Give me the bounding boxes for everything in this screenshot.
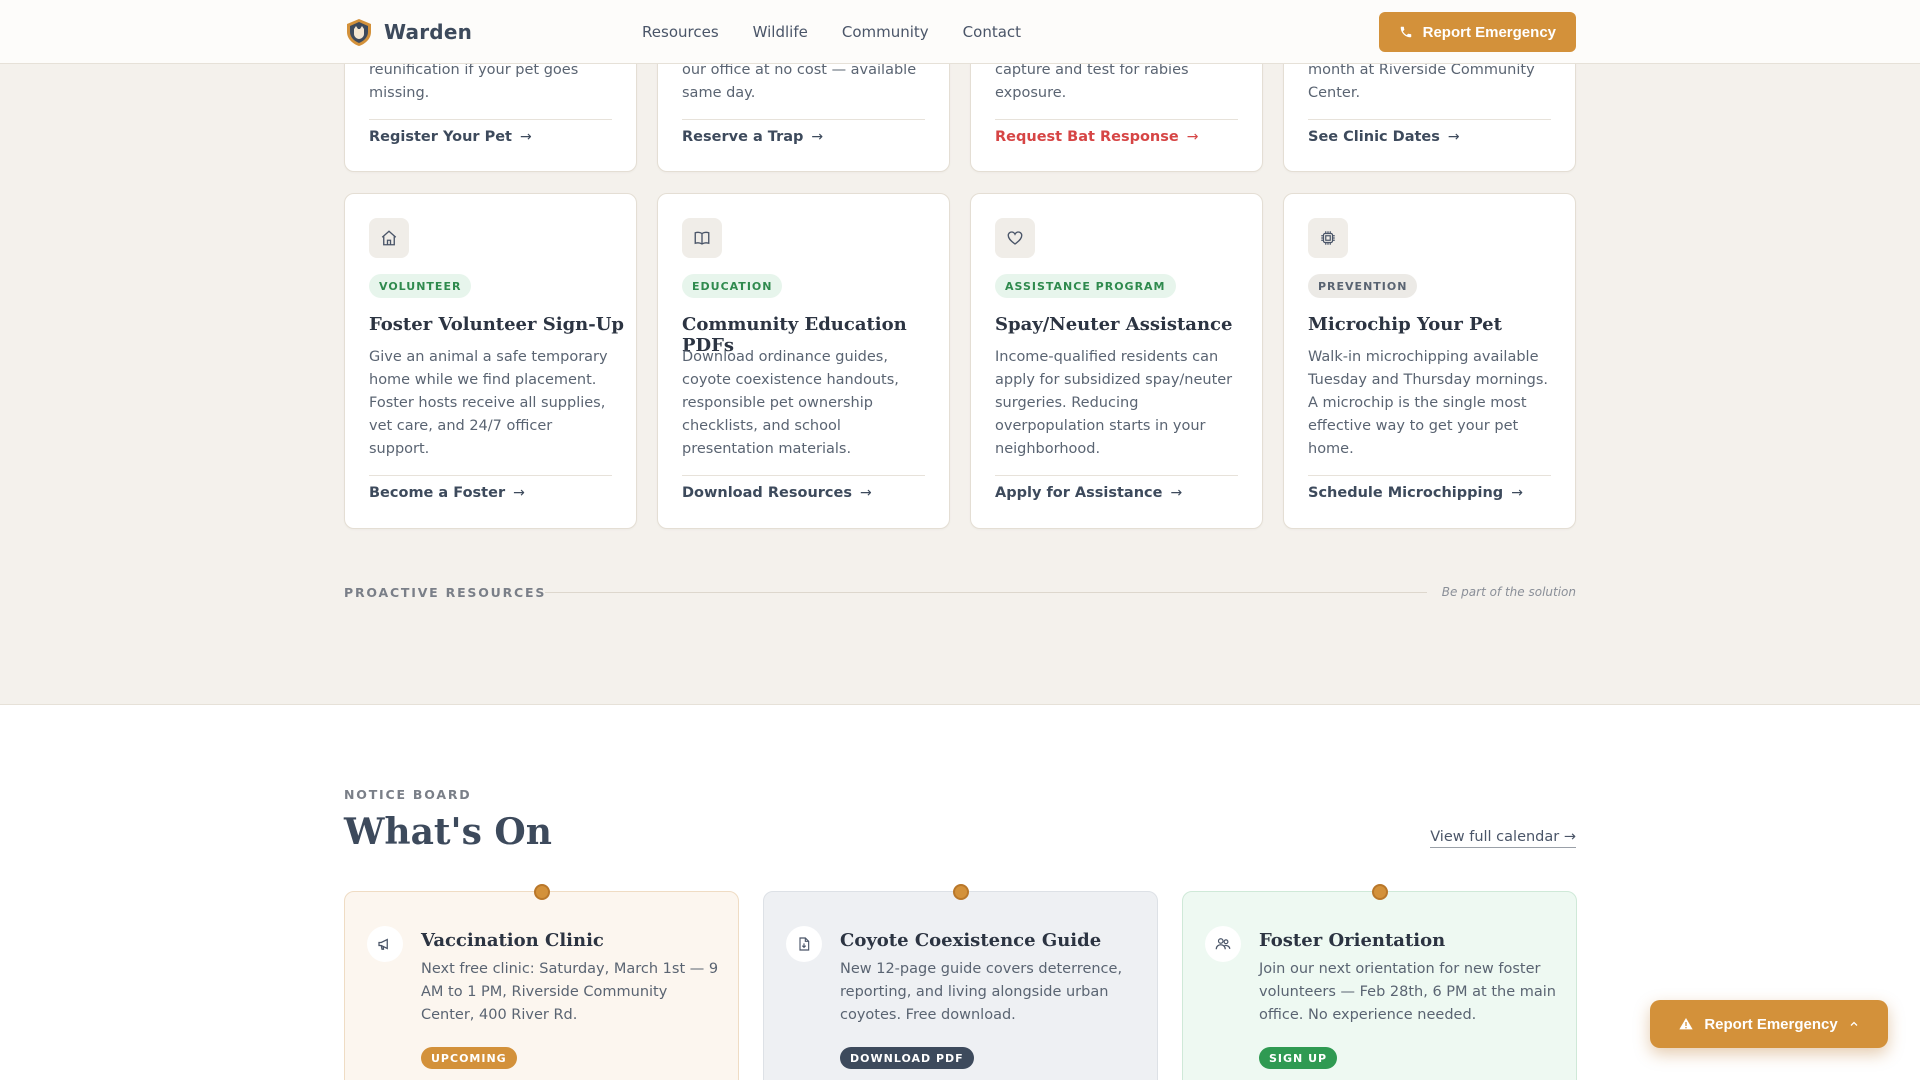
- section-divider: [545, 592, 1427, 593]
- notice-card-title: Coyote Coexistence Guide: [840, 930, 1102, 951]
- card-microchip: PREVENTION Microchip Your Pet Walk-in mi…: [1283, 193, 1576, 529]
- notice-card-title: Vaccination Clinic: [421, 930, 604, 951]
- tag-badge: VOLUNTEER: [369, 274, 472, 298]
- link-label: Apply for Assistance: [995, 485, 1163, 501]
- view-full-calendar-link[interactable]: View full calendar →: [1430, 829, 1576, 848]
- brand[interactable]: Warden: [344, 17, 472, 47]
- warning-icon: [1679, 1018, 1693, 1030]
- card-description: Give an animal a safe temporary home whi…: [369, 349, 608, 457]
- link-label: See Clinic Dates: [1308, 129, 1440, 145]
- arrow-right-icon: →: [1447, 129, 1460, 145]
- arrow-right-icon: →: [1186, 129, 1199, 145]
- tag-badge: EDUCATION: [682, 274, 783, 298]
- card-divider: [682, 119, 925, 120]
- schedule-microchipping-link[interactable]: Schedule Microchipping →: [1308, 485, 1523, 501]
- nav-resources[interactable]: Resources: [642, 23, 719, 41]
- card-description: Download ordinance guides, coyote coexis…: [682, 349, 899, 457]
- report-emergency-label: Report Emergency: [1422, 23, 1556, 41]
- home-icon: [369, 218, 409, 258]
- notice-card-description: Next free clinic: Saturday, March 1st — …: [421, 961, 719, 1023]
- see-clinic-dates-link[interactable]: See Clinic Dates →: [1308, 129, 1460, 145]
- tag-badge: ASSISTANCE PROGRAM: [995, 274, 1176, 298]
- card-foster-volunteer: VOLUNTEER Foster Volunteer Sign-Up Give …: [344, 193, 637, 529]
- arrow-right-icon: →: [860, 485, 872, 501]
- heart-icon: [995, 218, 1035, 258]
- section-label: PROACTIVE RESOURCES: [344, 585, 547, 600]
- become-foster-link[interactable]: Become a Foster →: [369, 485, 525, 501]
- card-divider: [995, 475, 1238, 476]
- floating-report-emergency-button[interactable]: Report Emergency: [1650, 1000, 1888, 1048]
- main-nav: Resources Wildlife Community Contact: [642, 23, 1379, 41]
- pin-icon: [953, 884, 969, 900]
- link-label: Schedule Microchipping: [1308, 485, 1504, 501]
- card-divider: [1308, 119, 1551, 120]
- arrow-right-icon: →: [1170, 485, 1183, 501]
- link-label: Become a Foster: [369, 485, 506, 501]
- request-bat-response-link[interactable]: Request Bat Response →: [995, 129, 1198, 145]
- reserve-trap-link[interactable]: Reserve a Trap →: [682, 129, 823, 145]
- megaphone-icon: [367, 926, 403, 962]
- pin-icon: [534, 884, 550, 900]
- notice-card-title: Foster Orientation: [1259, 930, 1446, 951]
- notice-card-vaccination[interactable]: Vaccination Clinic Next free clinic: Sat…: [344, 884, 739, 1080]
- header-inner: Warden Resources Wildlife Community Cont…: [344, 0, 1576, 64]
- brand-name: Warden: [384, 20, 473, 44]
- card-divider: [995, 119, 1238, 120]
- arrow-right-icon: →: [1511, 485, 1523, 501]
- register-pet-link[interactable]: Register Your Pet →: [369, 129, 532, 145]
- card-title: Foster Volunteer Sign-Up: [369, 314, 625, 335]
- card-description: our office at no cost — available same d…: [682, 62, 917, 101]
- notice-eyebrow: NOTICE BOARD: [344, 787, 472, 802]
- status-badge: SIGN UP: [1259, 1047, 1338, 1069]
- notice-card-coyote-guide[interactable]: Coyote Coexistence Guide New 12-page gui…: [763, 884, 1158, 1080]
- download-resources-link[interactable]: Download Resources →: [682, 485, 872, 501]
- link-label: Request Bat Response: [995, 129, 1179, 145]
- status-badge: UPCOMING: [421, 1047, 517, 1069]
- chevron-up-icon: [1850, 1021, 1858, 1026]
- card-description: month at Riverside Community Center.: [1308, 62, 1535, 101]
- card-divider: [1308, 475, 1551, 476]
- nav-contact[interactable]: Contact: [963, 23, 1021, 41]
- card-title: Microchip Your Pet: [1308, 314, 1502, 335]
- card-title: Spay/Neuter Assistance: [995, 314, 1233, 335]
- tag-badge: PREVENTION: [1308, 274, 1418, 298]
- shield-logo-icon: [347, 19, 371, 46]
- report-emergency-button[interactable]: Report Emergency: [1378, 12, 1576, 52]
- book-icon: [682, 218, 722, 258]
- notice-card-description: Join our next orientation for new foster…: [1259, 961, 1556, 1023]
- notice-card-foster-orientation[interactable]: Foster Orientation Join our next orienta…: [1182, 884, 1577, 1080]
- nav-wildlife[interactable]: Wildlife: [753, 23, 808, 41]
- nav-community[interactable]: Community: [842, 23, 929, 41]
- arrow-right-icon: →: [520, 129, 532, 145]
- people-icon: [1205, 926, 1241, 962]
- card-divider: [682, 475, 925, 476]
- status-badge: DOWNLOAD PDF: [840, 1047, 974, 1069]
- link-label: Reserve a Trap: [682, 129, 804, 145]
- card-education-pdfs: EDUCATION Community Education PDFs Downl…: [657, 193, 950, 529]
- link-label: Register Your Pet: [369, 129, 512, 145]
- card-description: Income-qualified residents can apply for…: [995, 349, 1233, 457]
- arrow-right-icon: →: [811, 129, 824, 145]
- notice-card-description: New 12-page guide covers deterrence, rep…: [840, 961, 1123, 1023]
- chip-icon: [1308, 218, 1348, 258]
- card-description: capture and test for rabies exposure.: [995, 62, 1189, 101]
- card-spay-neuter: ASSISTANCE PROGRAM Spay/Neuter Assistanc…: [970, 193, 1263, 529]
- arrow-right-icon: →: [513, 485, 525, 501]
- phone-icon: [1400, 26, 1411, 38]
- card-description: reunification if your pet goes missing.: [369, 62, 579, 101]
- notice-board-section: NOTICE BOARD What's On View full calenda…: [0, 704, 1920, 1080]
- floating-button-label: Report Emergency: [1704, 1015, 1838, 1033]
- pin-icon: [1372, 884, 1388, 900]
- document-icon: [786, 926, 822, 962]
- section-note: Be part of the solution: [1441, 585, 1576, 599]
- card-divider: [369, 119, 612, 120]
- card-description: Walk-in microchipping available Tuesday …: [1308, 349, 1549, 457]
- site-header: Warden Resources Wildlife Community Cont…: [0, 0, 1920, 64]
- notice-title: What's On: [344, 811, 552, 853]
- apply-assistance-link[interactable]: Apply for Assistance →: [995, 485, 1182, 501]
- link-label: Download Resources: [682, 485, 852, 501]
- card-divider: [369, 475, 612, 476]
